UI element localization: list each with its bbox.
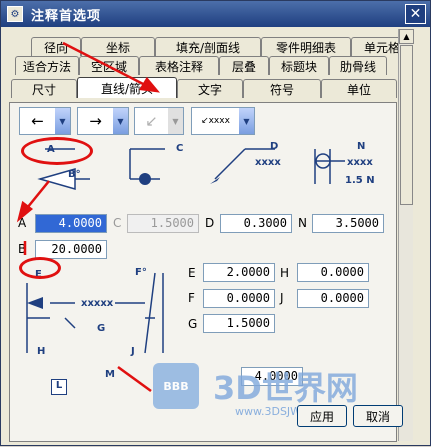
label-f: F: [188, 291, 195, 305]
label-g: G: [188, 317, 198, 331]
field-h[interactable]: 0.0000: [297, 263, 369, 282]
label-e: E: [188, 266, 196, 280]
field-j[interactable]: 0.0000: [297, 289, 369, 308]
cancel-button[interactable]: 取消: [353, 405, 403, 427]
apply-button[interactable]: 应用: [297, 405, 347, 427]
watermark-logo: BBB: [153, 363, 199, 409]
label-h: H: [280, 266, 290, 280]
diagram-label-m: M: [105, 369, 115, 380]
watermark-brand: 3D世界网: [213, 369, 358, 407]
field-f[interactable]: 0.0000: [203, 289, 275, 308]
field-g[interactable]: 1.5000: [203, 314, 275, 333]
diagram-label-l-box: L: [51, 379, 67, 395]
label-j: J: [280, 291, 284, 305]
field-e[interactable]: 2.0000: [203, 263, 275, 282]
dialog-window: ⚙ 注释首选项 ✕ 径向 坐标 填充/剖面线 零件明细表 单元格 适合方法 空区…: [0, 0, 431, 446]
